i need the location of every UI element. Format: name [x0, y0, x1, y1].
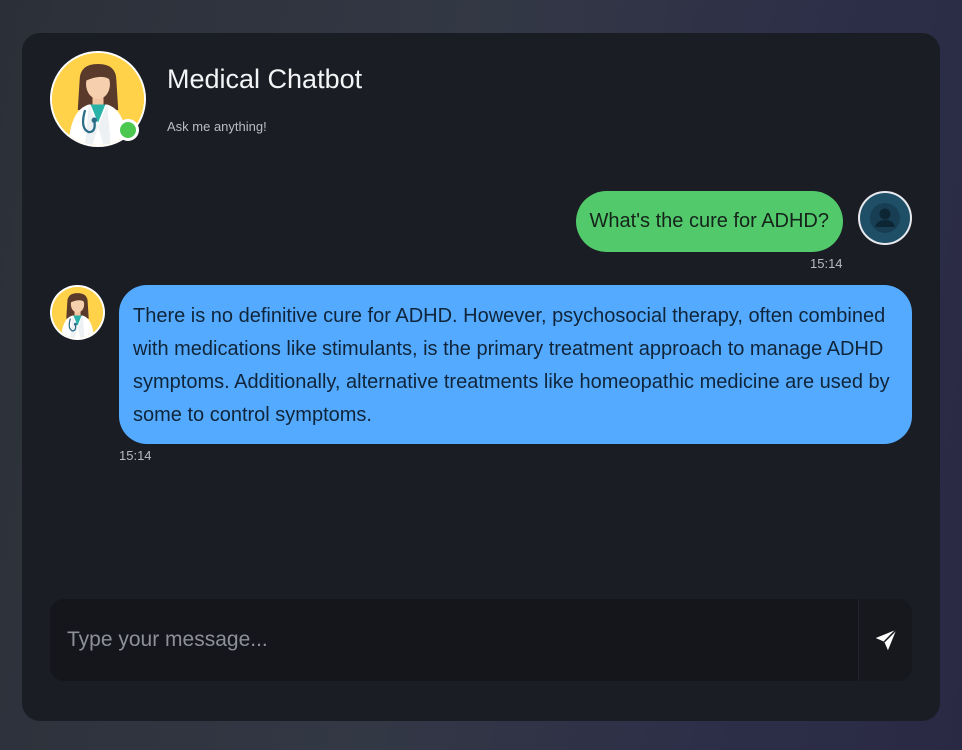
message-timestamp: 15:14 [810, 256, 843, 271]
chat-subtitle: Ask me anything! [167, 119, 267, 134]
user-message-bubble: What's the cure for ADHD? [575, 191, 843, 252]
send-button[interactable] [858, 599, 912, 681]
chat-window: Medical Chatbot Ask me anything! What's … [22, 33, 940, 721]
bot-message-avatar [50, 285, 105, 340]
user-icon [870, 203, 900, 233]
message-input[interactable] [50, 599, 858, 681]
user-avatar [858, 191, 912, 245]
chat-header: Medical Chatbot Ask me anything! [50, 51, 550, 147]
send-icon [875, 629, 897, 651]
online-status-dot [117, 119, 139, 141]
doctor-avatar-icon [52, 287, 103, 338]
message-timestamp: 15:14 [119, 448, 152, 463]
message-composer [50, 599, 912, 681]
bot-message-bubble: There is no definitive cure for ADHD. Ho… [119, 285, 912, 444]
chat-title: Medical Chatbot [167, 64, 363, 94]
